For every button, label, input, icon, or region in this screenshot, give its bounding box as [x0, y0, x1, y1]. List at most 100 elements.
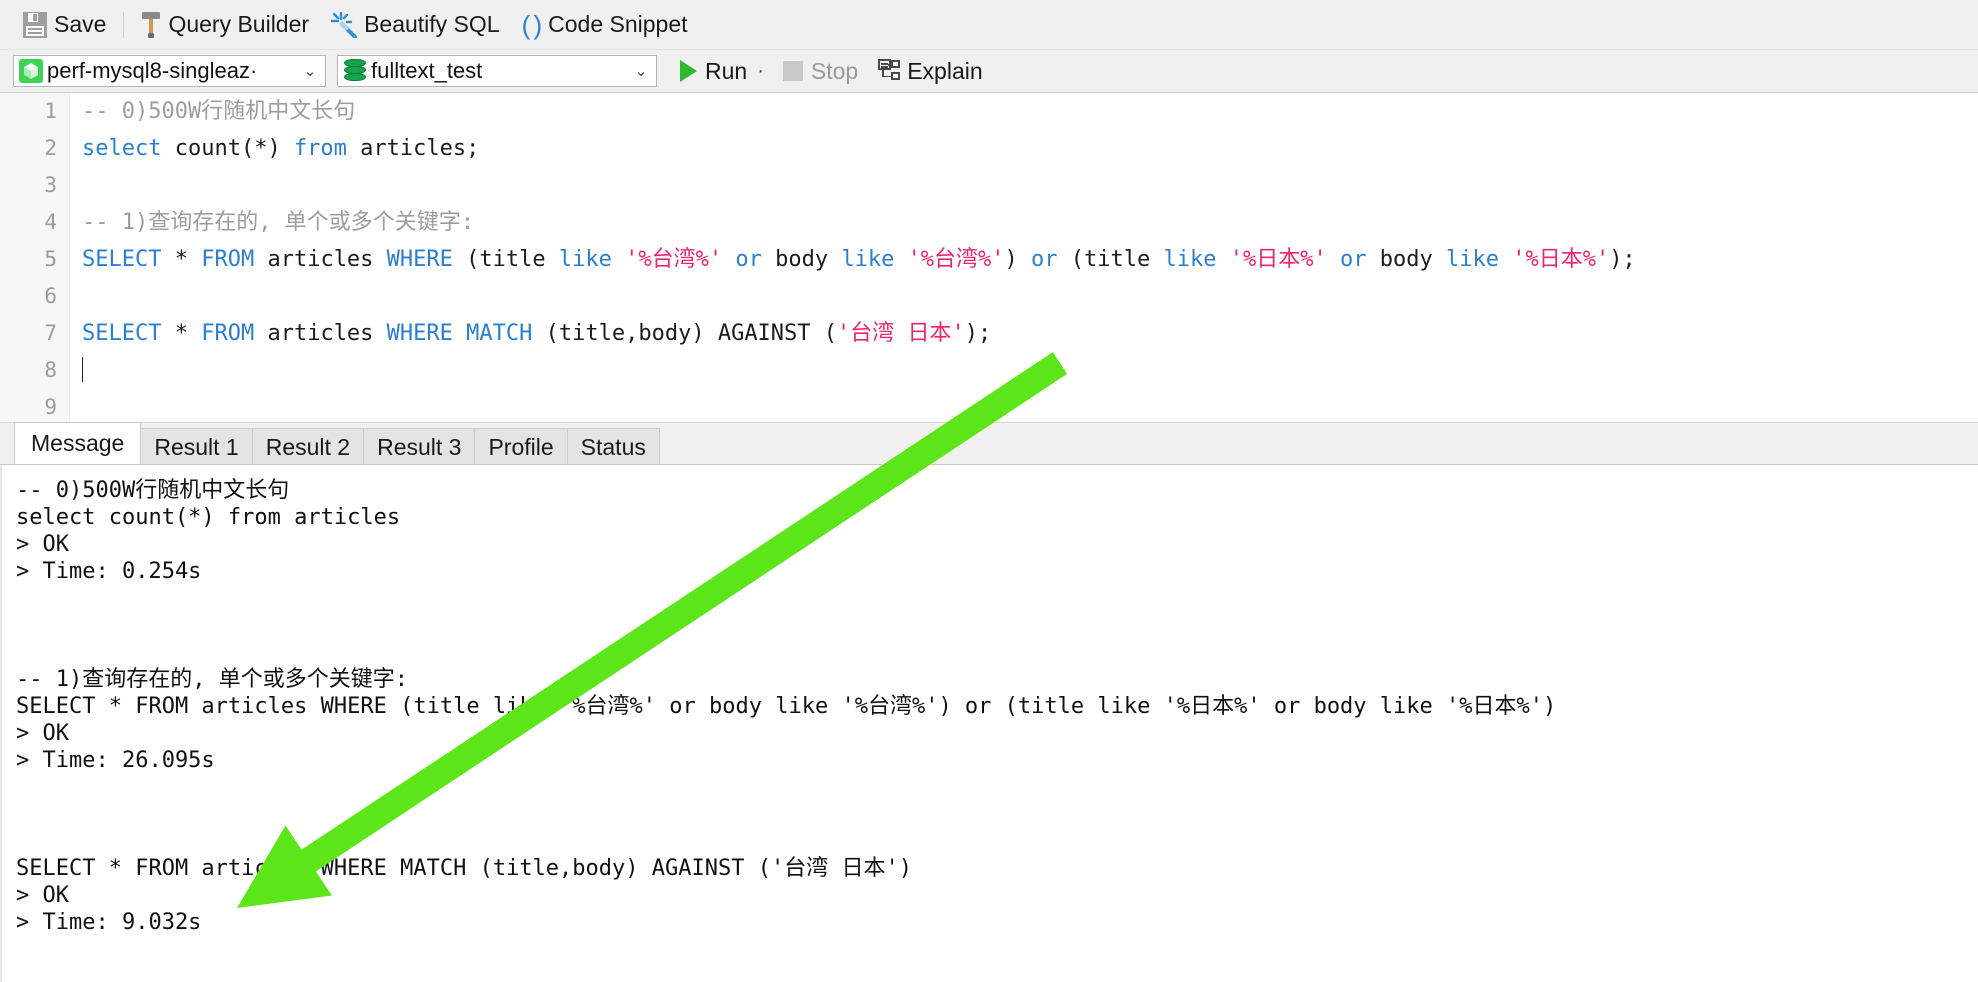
- message-line: select count(*) from articles: [16, 505, 401, 530]
- database-value: fulltext_test: [371, 58, 483, 83]
- explain-button[interactable]: Explain: [873, 58, 986, 85]
- code-token-kw: MATCH: [466, 321, 533, 346]
- code-token-plain: articles;: [346, 136, 480, 161]
- code-token-str: '%台湾%': [907, 247, 1005, 272]
- code-token-kw: select: [82, 136, 162, 161]
- message-line: SELECT * FROM articles WHERE (title like…: [16, 694, 1557, 719]
- beautify-sql-button[interactable]: Beautify SQL: [320, 5, 511, 45]
- secondary-toolbar: perf-mysql8-singleaz· ⌄ fulltext_test ⌄ …: [0, 50, 1978, 93]
- code-token-kw: or: [1339, 247, 1367, 272]
- save-button[interactable]: Save: [12, 5, 117, 45]
- code-line[interactable]: select count(*) from articles;: [82, 130, 1978, 167]
- tab-result-3[interactable]: Result 3: [363, 428, 476, 464]
- line-number: 6: [44, 284, 57, 308]
- line-number: 1: [44, 99, 57, 123]
- save-button-label: Save: [54, 11, 107, 37]
- parentheses-icon: ( ): [521, 9, 543, 40]
- code-line[interactable]: SELECT * FROM articles WHERE (title like…: [82, 241, 1978, 278]
- connection-select[interactable]: perf-mysql8-singleaz· ⌄: [13, 55, 326, 87]
- code-token-plain: *: [161, 247, 202, 272]
- code-token-plain: (title: [452, 247, 559, 272]
- chevron-down-icon[interactable]: ⌄: [630, 62, 652, 80]
- magic-wand-icon: [330, 11, 358, 39]
- sql-editor[interactable]: 1 2 3 4 5 6 7 8 9 -- 0)500W行随机中文长句 select count(*…: [0, 93, 1978, 423]
- save-floppy-icon: [23, 11, 47, 38]
- line-number: 3: [44, 173, 57, 197]
- code-token-kw: or: [1031, 247, 1058, 272]
- line-number: 4: [44, 210, 57, 234]
- code-line[interactable]: [82, 389, 1978, 422]
- chevron-down-icon[interactable]: ⌄: [299, 62, 321, 80]
- explain-button-label: Explain: [907, 57, 983, 84]
- code-token-plain: );: [964, 321, 992, 346]
- line-number: 7: [44, 321, 57, 345]
- code-snippet-label: Code Snippet: [548, 11, 688, 37]
- database-cylinder-icon: [343, 58, 367, 84]
- code-line[interactable]: [82, 352, 1978, 389]
- code-token-cmt: -- 1)查询存在的, 单个或多个关键字:: [82, 210, 474, 235]
- tab-message[interactable]: Message: [14, 422, 142, 464]
- code-token-kw: like: [1445, 247, 1499, 272]
- stop-square-icon: [782, 61, 803, 81]
- line-number: 8: [44, 358, 57, 382]
- code-line[interactable]: [82, 278, 1978, 315]
- tab-profile[interactable]: Profile: [474, 428, 568, 464]
- code-token-kw: like: [1163, 247, 1217, 272]
- code-token-kw: from: [293, 136, 347, 161]
- code-line[interactable]: -- 0)500W行随机中文长句: [82, 93, 1978, 130]
- tab-result-1[interactable]: Result 1: [140, 428, 253, 464]
- database-select[interactable]: fulltext_test ⌄: [337, 55, 657, 87]
- message-line: > OK: [16, 721, 69, 746]
- toolbar-separator: [123, 11, 125, 38]
- run-button[interactable]: Run ·: [676, 58, 768, 85]
- code-snippet-button[interactable]: ( ) Code Snippet: [511, 5, 699, 45]
- message-line: -- 1)查询存在的, 单个或多个关键字:: [16, 667, 408, 692]
- code-line[interactable]: -- 1)查询存在的, 单个或多个关键字:: [82, 204, 1978, 241]
- code-token-kw: FROM: [201, 321, 255, 346]
- code-token-str: '台湾 日本': [837, 321, 965, 346]
- code-token-kw: like: [841, 247, 895, 272]
- code-line[interactable]: SELECT * FROM articles WHERE MATCH (titl…: [82, 315, 1978, 352]
- query-builder-button[interactable]: Query Builder: [130, 5, 320, 45]
- code-token-kw: WHERE: [386, 321, 453, 346]
- code-token-plain: (title,body) AGAINST (: [532, 321, 838, 346]
- code-token-plain: body: [761, 247, 842, 272]
- green-cube-icon: [19, 59, 43, 83]
- tab-result-2[interactable]: Result 2: [251, 428, 365, 464]
- run-dropdown-caret-icon[interactable]: ·: [757, 60, 764, 83]
- code-token-str: '%日本%': [1229, 247, 1327, 272]
- stop-button[interactable]: Stop: [779, 58, 862, 85]
- code-token-plain: articles: [254, 321, 387, 346]
- message-line: > Time: 26.095s: [16, 748, 215, 773]
- query-builder-label: Query Builder: [168, 11, 310, 37]
- message-line: -- 0)500W行随机中文长句: [16, 478, 290, 503]
- stop-button-label: Stop: [810, 57, 859, 84]
- result-tabstrip: Message Result 1 Result 2 Result 3 Profile St…: [0, 422, 1978, 465]
- editor-code-area[interactable]: -- 0)500W行随机中文长句 select count(*) from art…: [82, 93, 1978, 422]
- text-caret: [82, 357, 83, 382]
- code-token-plain: );: [1609, 247, 1636, 272]
- pane-left-edge: [0, 465, 2, 982]
- code-token-plain: ): [1004, 247, 1032, 272]
- message-line: SELECT * FROM articles WHERE MATCH (titl…: [16, 856, 912, 881]
- code-token-kw: FROM: [201, 247, 255, 272]
- run-button-label: Run: [705, 57, 748, 84]
- tab-status[interactable]: Status: [566, 428, 660, 464]
- connection-value: perf-mysql8-singleaz·: [47, 58, 258, 83]
- code-token-str: '%日本%': [1512, 247, 1610, 272]
- primary-toolbar: Save Query Builder Beautify SQL () Code…: [0, 0, 1978, 50]
- hammer-icon: [141, 11, 161, 39]
- code-line[interactable]: [82, 167, 1978, 204]
- message-output-pane[interactable]: -- 0)500W行随机中文长句 select count(*) from art…: [0, 465, 1978, 982]
